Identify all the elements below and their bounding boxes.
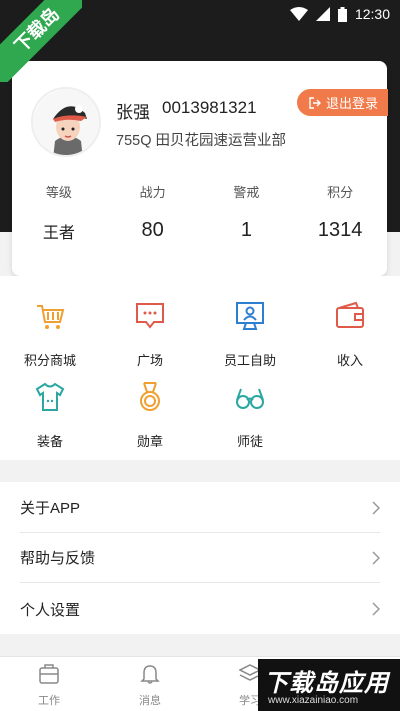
chevron-right-icon [372, 500, 380, 515]
grid-label: 收入 [336, 353, 363, 368]
signal-icon [315, 7, 330, 21]
stat-label: 等级 [45, 185, 72, 200]
stat-label: 积分 [327, 185, 354, 200]
tshirt-icon [35, 382, 65, 411]
medal-icon [140, 382, 160, 411]
chevron-right-icon [372, 602, 380, 616]
cart-icon [37, 305, 65, 329]
list-item-help[interactable]: 帮助与反馈 [20, 533, 380, 583]
battery-icon [337, 6, 347, 22]
grid-item-self-service[interactable]: 员工自助 [200, 300, 300, 369]
monitor-user-icon [236, 302, 264, 330]
grid-item-points-mall[interactable]: 积分商城 [0, 300, 100, 369]
grid-label: 师徒 [236, 434, 263, 449]
settings-list: 关于APP 帮助与反馈 个人设置 [0, 482, 400, 634]
stat-points: 积分 1314 [293, 182, 387, 243]
department: 755Q 田贝花园速运营业部 [116, 133, 286, 149]
stat-label: 警戒 [233, 185, 260, 200]
tab-messages[interactable]: 消息 [110, 663, 190, 708]
grid-item-mentor[interactable]: 师徒 [200, 381, 300, 450]
stat-power: 战力 80 [106, 182, 200, 243]
grid-label: 广场 [136, 353, 163, 368]
chevron-right-icon [372, 550, 380, 565]
feature-grid: 积分商城 广场 员工自助 收入 装备 勋章 师徒 [0, 276, 400, 460]
stats-row: 等级 王者 战力 80 警戒 1 积分 1314 [12, 182, 387, 243]
status-time: 12:30 [354, 6, 390, 22]
employee-id: 0013981321 [162, 98, 257, 117]
watermark-logo: 下载岛 [0, 0, 82, 82]
stat-warning: 警戒 1 [200, 182, 294, 243]
chat-bubble-icon [136, 303, 164, 329]
user-name: 张强 [116, 103, 150, 122]
wallet-icon [336, 301, 364, 328]
list-item-about[interactable]: 关于APP [20, 483, 380, 533]
watermark-banner: 下载岛应用 www.xiazainiao.com [258, 659, 400, 711]
list-item-label: 帮助与反馈 [20, 550, 96, 567]
stat-level: 等级 王者 [12, 182, 106, 243]
grid-label: 员工自助 [223, 353, 276, 368]
logout-button[interactable]: 退出登录 [296, 89, 388, 116]
avatar[interactable] [31, 87, 101, 157]
stat-label: 战力 [139, 185, 166, 200]
watermark-url: www.xiazainiao.com [268, 695, 359, 706]
briefcase-icon [39, 664, 59, 684]
tab-work[interactable]: 工作 [9, 663, 89, 708]
watermark-title: 下载岛应用 [264, 670, 389, 697]
list-item-settings[interactable]: 个人设置 [20, 584, 380, 634]
grid-label: 装备 [36, 434, 63, 449]
tab-label: 消息 [139, 695, 161, 707]
glasses-icon [236, 388, 264, 409]
stat-value: 1 [240, 219, 252, 241]
grid-item-equipment[interactable]: 装备 [0, 381, 100, 450]
stat-value: 80 [141, 219, 164, 241]
grid-item-income[interactable]: 收入 [300, 300, 400, 369]
bell-icon [140, 665, 160, 684]
grid-label: 积分商城 [23, 353, 76, 368]
wifi-icon [289, 7, 308, 21]
list-item-label: 关于APP [20, 500, 81, 517]
profile-card: 张强 0013981321 755Q 田贝花园速运营业部 退出登录 等级 王者 … [12, 61, 388, 276]
grid-item-medal[interactable]: 勋章 [100, 381, 200, 450]
grid-label: 勋章 [136, 434, 163, 449]
logout-label: 退出登录 [325, 96, 378, 111]
stat-value: 王者 [42, 225, 75, 242]
tab-label: 工作 [38, 695, 60, 707]
logout-icon [309, 96, 321, 109]
list-item-label: 个人设置 [20, 601, 81, 619]
stat-value: 1314 [317, 219, 363, 241]
grid-item-square[interactable]: 广场 [100, 300, 200, 369]
